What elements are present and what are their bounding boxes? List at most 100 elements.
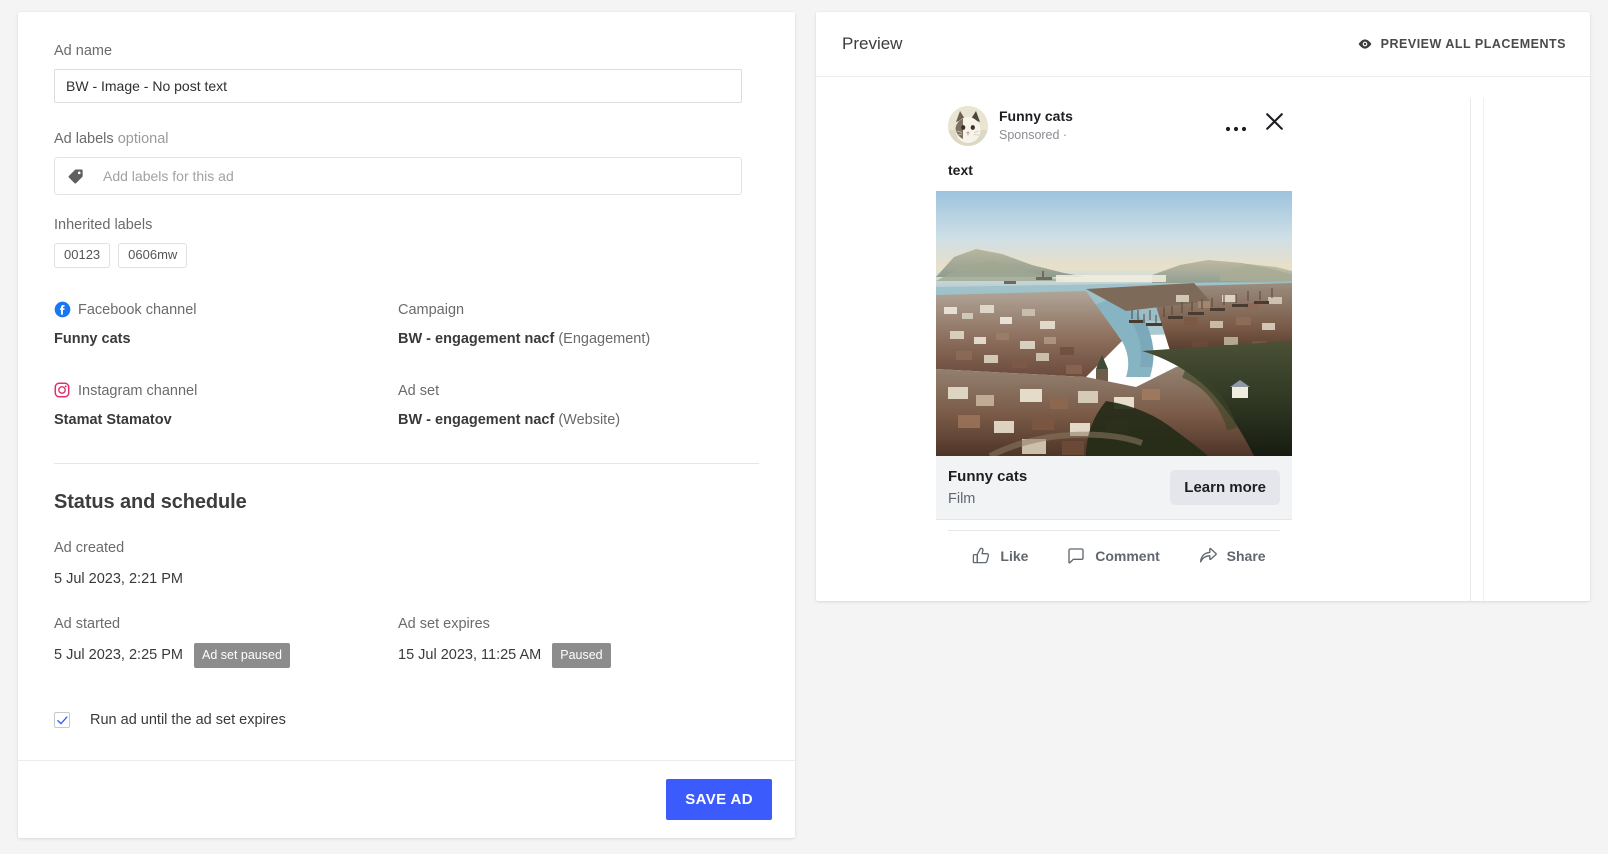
facebook-ad-preview: Funny cats Sponsored · text Funny cats F… [936,98,1292,576]
ad-created-value: 5 Jul 2023, 2:21 PM [54,570,183,587]
ad-created-value-row: 5 Jul 2023, 2:21 PM [54,568,398,590]
inherited-label-chip: 0606mw [118,243,188,268]
section-divider [54,463,759,464]
ad-edit-footer: SAVE AD [18,760,795,838]
preview-stage: Funny cats Sponsored · text Funny cats F… [816,77,1590,601]
save-ad-button[interactable]: SAVE AD [666,779,772,820]
ad-started-status-badge: Ad set paused [193,642,290,668]
run-until-expires-row[interactable]: Run ad until the ad set expires [54,712,759,728]
ad-preview-header-actions [1225,112,1284,131]
ad-set-expires-value: 15 Jul 2023, 11:25 AM [398,646,542,663]
comment-button[interactable]: Comment [1049,542,1168,570]
facebook-icon [54,301,71,318]
ad-preview-identity: Funny cats Sponsored · [999,106,1073,144]
ad-cta-subtitle: Film [948,490,976,507]
adset-value: BW - engagement nacf [398,412,555,428]
ad-set-expires-status-badge: Paused [552,642,611,668]
ad-post-text: text [948,162,973,178]
preview-header: Preview PREVIEW ALL PLACEMENTS [816,12,1590,77]
instagram-channel-label: Instagram channel [78,382,198,399]
instagram-channel-block: Instagram channel Stamat Stamatov [54,381,398,430]
ad-labels-input[interactable]: Add labels for this ad [54,157,742,195]
adset-objective: (Website) [558,412,621,428]
facebook-channel-value: Funny cats [54,331,131,347]
run-until-expires-label: Run ad until the ad set expires [90,712,286,728]
avatar [948,106,988,146]
campaign-value-row: BW - engagement nacf (Engagement) [398,330,742,349]
ad-name-label: Ad name [54,43,113,59]
cat-avatar-icon [948,106,988,146]
share-button[interactable]: Share [1181,542,1274,570]
preview-card: Preview PREVIEW ALL PLACEMENTS Funny cat… [816,12,1590,601]
ad-cta-text: Funny cats Film [948,467,1027,509]
facebook-channel-block: Facebook channel Funny cats [54,300,398,349]
preview-divider-left [1470,98,1471,601]
ad-cta-bar: Funny cats Film Learn more [936,456,1292,520]
tag-icon [67,168,84,185]
eye-icon [1357,36,1373,52]
ad-name-input[interactable]: BW - Image - No post text [54,69,742,103]
share-label: Share [1226,547,1266,564]
ad-action-bar: Like Comment Share [948,530,1280,576]
ad-edit-card: Ad name BW - Image - No post text Ad lab… [18,12,795,838]
instagram-icon [54,382,71,399]
campaign-block: Campaign BW - engagement nacf (Engagemen… [398,300,742,349]
preview-title: Preview [842,34,903,53]
ellipsis-icon[interactable] [1225,119,1247,131]
instagram-channel-header: Instagram channel [54,381,398,400]
campaign-header: Campaign [398,300,742,319]
instagram-adset-row: Instagram channel Stamat Stamatov Ad set… [54,381,759,430]
adset-block: Ad set BW - engagement nacf (Website) [398,381,742,430]
ad-started-value-row: 5 Jul 2023, 2:25 PM Ad set paused [54,642,398,668]
ad-created-spacer [398,539,742,590]
preview-divider-right [1483,98,1484,601]
ad-set-expires-block: Ad set expires 15 Jul 2023, 11:25 AM Pau… [398,615,742,668]
ad-started-label: Ad started [54,616,121,632]
ad-labels-placeholder: Add labels for this ad [103,168,234,184]
preview-all-placements-label: PREVIEW ALL PLACEMENTS [1380,37,1566,51]
close-icon[interactable] [1265,112,1284,131]
ad-name-value: BW - Image - No post text [66,78,228,94]
ad-preview-wrap: Funny cats Sponsored · text Funny cats F… [936,98,1484,601]
ad-started-value: 5 Jul 2023, 2:25 PM [54,646,183,663]
ad-started-expires-row: Ad started 5 Jul 2023, 2:25 PM Ad set pa… [54,615,759,668]
facebook-channel-label: Facebook channel [78,301,197,318]
channel-campaign-row: Facebook channel Funny cats Campaign BW … [54,300,759,349]
ad-labels-optional-text: optional [117,131,169,147]
adset-label: Ad set [398,382,440,399]
ad-labels-label: Ad labels optional [54,130,759,148]
adset-header: Ad set [398,381,742,400]
share-arrow-icon [1198,546,1218,566]
ad-set-expires-value-row: 15 Jul 2023, 11:25 AM Paused [398,642,742,668]
facebook-channel-header: Facebook channel [54,300,398,319]
ad-created-label: Ad created [54,540,125,556]
ad-preview-header: Funny cats Sponsored · [936,98,1292,146]
comment-bubble-icon [1066,546,1086,566]
run-until-expires-checkbox[interactable] [54,712,70,728]
ad-edit-body: Ad name BW - Image - No post text Ad lab… [18,12,795,760]
preview-all-placements-button[interactable]: PREVIEW ALL PLACEMENTS [1357,36,1566,52]
ad-started-block: Ad started 5 Jul 2023, 2:25 PM Ad set pa… [54,615,398,668]
ad-set-expires-label: Ad set expires [398,616,490,632]
like-label: Like [1000,547,1029,564]
checkmark-icon [57,716,68,725]
ad-page-name: Funny cats [999,108,1073,124]
status-schedule-title: Status and schedule [54,491,247,513]
ad-creative-image [936,191,1292,456]
inherited-labels-label: Inherited labels [54,217,153,233]
app-root: Ad name BW - Image - No post text Ad lab… [0,0,1608,854]
adset-value-row: BW - engagement nacf (Website) [398,411,742,430]
ad-created-block: Ad created 5 Jul 2023, 2:21 PM [54,539,398,590]
ad-sponsored-label: Sponsored · [999,128,1068,142]
thumbs-up-icon [971,546,991,566]
learn-more-button[interactable]: Learn more [1170,470,1280,505]
campaign-label: Campaign [398,301,465,318]
like-button[interactable]: Like [954,542,1036,570]
ad-labels-label-text: Ad labels [54,131,114,147]
campaign-value: BW - engagement nacf [398,331,555,347]
comment-label: Comment [1095,547,1160,564]
inherited-label-chip: 00123 [54,243,111,268]
instagram-channel-value: Stamat Stamatov [54,412,172,428]
ad-cta-title: Funny cats [948,467,1028,485]
campaign-objective: (Engagement) [558,331,651,347]
